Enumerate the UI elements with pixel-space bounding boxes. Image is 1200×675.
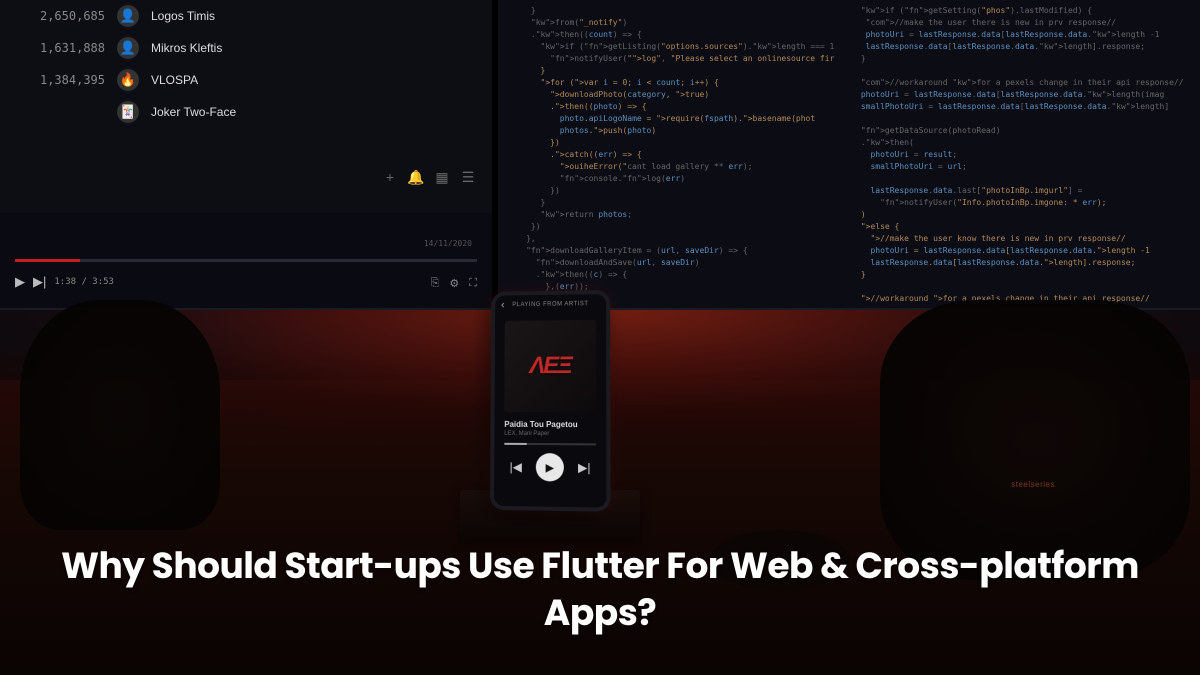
phone-header: ‹ PLAYING FROM ARTIST [495, 294, 606, 315]
code-column-left: } "kw">from("_notify") ."kw">then((count… [502, 5, 836, 303]
user-list: 2,650,685 👤 Logos Timis 1,631,888 👤 Mikr… [30, 0, 340, 128]
user-row[interactable]: 1,384,395 🔥 VLOSPA [30, 64, 340, 96]
grid-icon[interactable]: ▦ [433, 168, 451, 186]
stat-number: 1,631,888 [30, 41, 105, 55]
fullscreen-icon[interactable]: ⛶ [469, 277, 477, 290]
album-logo: ΛΕΞ [529, 352, 571, 380]
avatar-icon: 👤 [117, 37, 139, 59]
video-player: ▶ ▶| 1:38 / 3:53 ⎘ ⚙ ⛶ 14/11/2020 [0, 213, 492, 308]
play-pause-button[interactable]: ▶ [536, 453, 564, 482]
settings-icon[interactable]: ⚙ [449, 277, 459, 290]
video-right-controls: ⎘ ⚙ ⛶ [431, 277, 477, 290]
monitor-top-controls: + 🔔 ▦ ☰ [381, 168, 477, 186]
scene-root: 2,650,685 👤 Logos Timis 1,631,888 👤 Mikr… [0, 0, 1200, 675]
video-progress-fill [15, 259, 80, 262]
user-row[interactable]: 🃏 Joker Two-Face [30, 96, 340, 128]
user-name-label: Mikros Kleftis [151, 41, 222, 55]
cc-icon[interactable]: ⎘ [431, 277, 440, 290]
code-column-right: "kw">if ("fn">getSetting("phos").lastMod… [856, 5, 1190, 303]
article-title: Why Should Start-ups Use Flutter For Web… [0, 543, 1200, 637]
next-icon[interactable]: ▶| [33, 274, 46, 290]
phone-header-label: PLAYING FROM ARTIST [512, 301, 588, 308]
date-badge: 14/11/2020 [424, 239, 472, 248]
brand-label: steelseries [1011, 480, 1055, 489]
menu-icon[interactable]: ☰ [459, 168, 477, 186]
right-monitor: } "kw">from("_notify") ."kw">then((count… [492, 0, 1200, 310]
avatar-icon: 🔥 [117, 69, 139, 91]
video-progress[interactable] [15, 259, 477, 262]
user-row[interactable]: 1,631,888 👤 Mikros Kleftis [30, 32, 340, 64]
track-artist: LEX, Mani Paper [504, 431, 596, 437]
left-monitor: 2,650,685 👤 Logos Timis 1,631,888 👤 Mikr… [0, 0, 492, 310]
microphone-silhouette [20, 300, 220, 530]
phone-device: ‹ PLAYING FROM ARTIST ΛΕΞ Paidia Tou Pag… [490, 290, 611, 512]
user-name-label: VLOSPA [151, 73, 198, 87]
user-name-label: Logos Timis [151, 9, 215, 23]
back-icon[interactable]: ‹ [501, 299, 505, 311]
next-track-icon[interactable]: ▶| [578, 460, 591, 474]
title-overlay: Why Should Start-ups Use Flutter For Web… [0, 543, 1200, 637]
avatar-icon: 👤 [117, 5, 139, 27]
bezel-divider [492, 0, 498, 310]
plus-icon[interactable]: + [381, 168, 399, 186]
stat-number: 2,650,685 [30, 9, 105, 23]
video-left-controls: ▶ ▶| 1:38 / 3:53 [15, 274, 114, 290]
phone-playback-controls: |◀ ▶ ▶| [494, 453, 606, 482]
track-info: Paidia Tou Pagetou LEX, Mani Paper [494, 420, 606, 438]
time-display: 1:38 / 3:53 [54, 277, 114, 287]
play-icon[interactable]: ▶ [15, 274, 25, 290]
user-row[interactable]: 2,650,685 👤 Logos Timis [30, 0, 340, 32]
monitors-area: 2,650,685 👤 Logos Timis 1,631,888 👤 Mikr… [0, 0, 1200, 310]
stat-number: 1,384,395 [30, 73, 105, 87]
headphones-silhouette [880, 300, 1190, 580]
prev-track-icon[interactable]: |◀ [510, 460, 522, 474]
phone-progress-fill [504, 443, 527, 445]
avatar-icon: 🃏 [117, 101, 139, 123]
phone-progress[interactable] [504, 443, 596, 446]
phone-screen: ‹ PLAYING FROM ARTIST ΛΕΞ Paidia Tou Pag… [494, 294, 607, 508]
user-name-label: Joker Two-Face [151, 105, 236, 119]
code-editor: } "kw">from("_notify") ."kw">then((count… [492, 0, 1200, 308]
bell-icon[interactable]: 🔔 [407, 168, 425, 186]
track-title: Paidia Tou Pagetou [504, 420, 596, 429]
album-art[interactable]: ΛΕΞ [504, 320, 596, 412]
